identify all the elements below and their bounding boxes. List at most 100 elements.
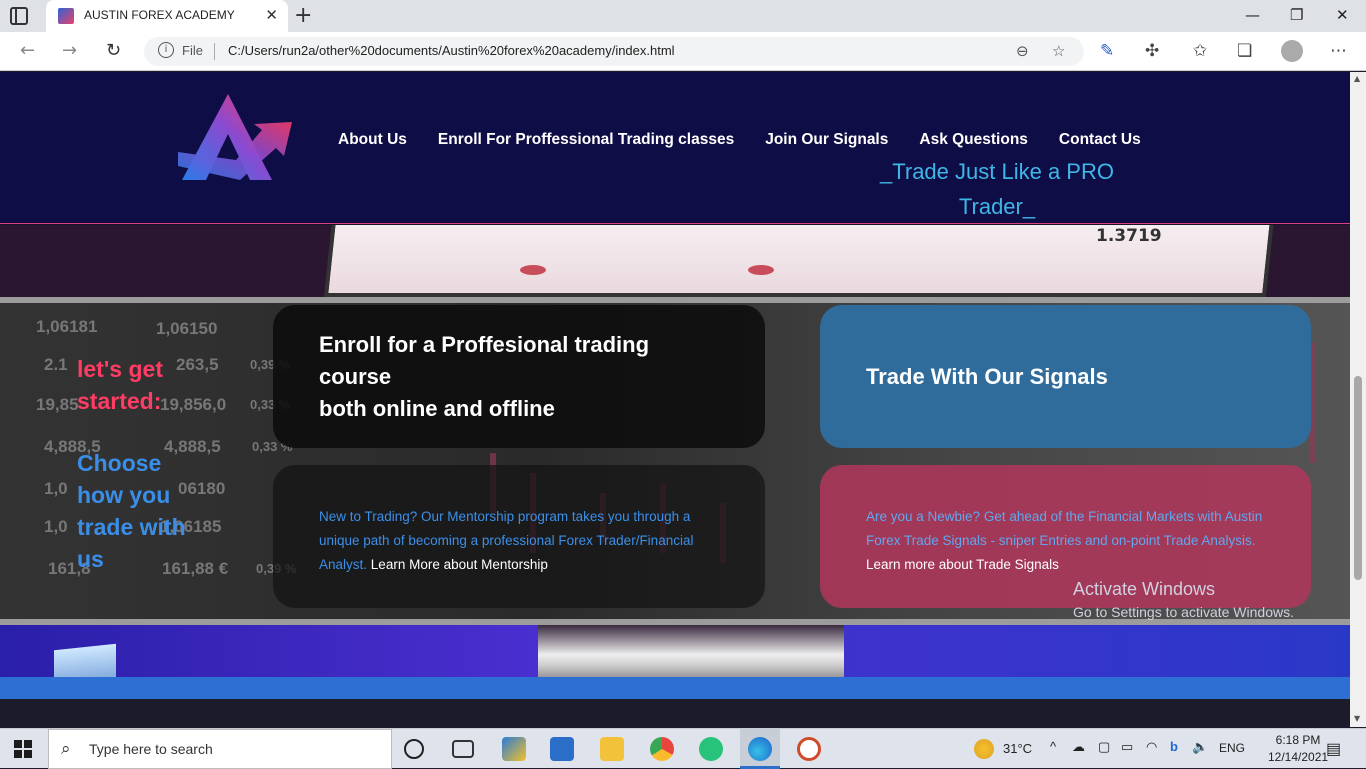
device-icon[interactable]: ▢: [1098, 739, 1110, 755]
bottom-blue-bar: [0, 677, 1350, 699]
notifications-icon[interactable]: ▤: [1326, 739, 1341, 759]
nav-enroll-classes[interactable]: Enroll For Proffessional Trading classes: [438, 131, 734, 149]
bg-number: 19,856,0: [160, 395, 227, 414]
weather-icon[interactable]: [974, 739, 994, 759]
bluetooth-icon[interactable]: b: [1170, 739, 1178, 754]
taskbar-clock[interactable]: 6:18 PM 12/14/2021: [1268, 732, 1328, 766]
cortana-icon[interactable]: [404, 739, 424, 759]
signals-card[interactable]: Trade With Our Signals: [820, 305, 1311, 448]
hero-price-readout: 1.3719: [1096, 226, 1162, 246]
url-scheme-label: File: [182, 43, 203, 58]
tagline: _Trade Just Like a PRO Trader_: [862, 154, 1132, 224]
hero-chart-mark: [520, 265, 546, 275]
nav-contact-us[interactable]: Contact Us: [1059, 131, 1141, 149]
extensions-icon[interactable]: ✣: [1145, 41, 1159, 61]
hero-image: 1.3719: [0, 225, 1350, 297]
address-bar[interactable]: i File C:/Users/run2a/other%20documents/…: [144, 37, 1084, 66]
intro-heading: let's get started:: [77, 353, 163, 417]
new-tab-button[interactable]: +: [294, 3, 312, 28]
media-player-icon[interactable]: [797, 737, 821, 761]
wifi-icon[interactable]: ◠: [1146, 739, 1157, 755]
signals-info-body: Are you a Newbie? Get ahead of the Finan…: [866, 509, 1263, 548]
bg-number: 1,06150: [156, 319, 218, 338]
more-options-icon[interactable]: ⋯: [1330, 41, 1347, 61]
profile-avatar[interactable]: [1281, 40, 1303, 62]
forward-icon[interactable]: →: [62, 40, 77, 61]
hero-chart-mark: [748, 265, 774, 275]
browser-tab[interactable]: AUSTIN FOREX ACADEMY ✕: [46, 0, 288, 32]
show-hidden-icons-icon[interactable]: ^: [1050, 739, 1056, 754]
close-window-icon[interactable]: ✕: [1336, 6, 1349, 24]
watermark-line-2: Go to Settings to activate Windows.: [1073, 604, 1294, 620]
add-favorite-icon[interactable]: ☆: [1052, 42, 1065, 60]
language-indicator[interactable]: ENG: [1219, 741, 1245, 755]
atom-icon[interactable]: [699, 737, 723, 761]
tab-actions-icon[interactable]: [10, 7, 28, 25]
close-tab-icon[interactable]: ✕: [265, 6, 278, 24]
watermark-line-1: Activate Windows: [1073, 579, 1216, 599]
store-icon[interactable]: [502, 737, 526, 761]
tab-title: AUSTIN FOREX ACADEMY: [84, 8, 235, 22]
activate-windows-watermark: Activate Windows Go to Settings to activ…: [1073, 579, 1294, 620]
choose-heading: Choose how you trade with us: [77, 450, 186, 572]
main-nav: About Us Enroll For Proffessional Tradin…: [338, 131, 1141, 149]
collections-icon[interactable]: ❏: [1237, 41, 1252, 61]
mail-icon[interactable]: [550, 737, 574, 761]
mentorship-link[interactable]: Learn More about Mentorship: [371, 557, 548, 572]
url-text[interactable]: C:/Users/run2a/other%20documents/Austin%…: [228, 43, 675, 58]
bg-number: 19,85: [36, 395, 79, 414]
favorites-icon[interactable]: ✩: [1193, 41, 1207, 61]
enroll-title-line-3: both online and offline: [319, 396, 555, 421]
enroll-title-line-2: course: [319, 364, 392, 389]
mentorship-card: New to Trading? Our Mentorship program t…: [273, 465, 765, 608]
intro-line-1: let's get: [77, 356, 163, 382]
minimize-icon[interactable]: —: [1245, 6, 1260, 24]
bg-number: 2.1: [44, 355, 68, 374]
mentorship-text: New to Trading? Our Mentorship program t…: [319, 505, 729, 577]
windows-taskbar: ⌕ Type here to search 31°C ^ ☁ ▢ ▭ ◠ b 🔈…: [0, 728, 1366, 769]
browser-tab-bar: AUSTIN FOREX ACADEMY ✕ + — ❐ ✕: [0, 0, 1366, 32]
taskbar-search-placeholder: Type here to search: [89, 741, 213, 757]
choose-section: 1,06181 1,06150 2.1 263,5 0,39 % 19,85 1…: [0, 297, 1350, 625]
bg-number: 1,0: [44, 479, 68, 498]
site-header: About Us Enroll For Proffessional Tradin…: [0, 72, 1350, 224]
nav-about-us[interactable]: About Us: [338, 131, 407, 149]
enroll-card[interactable]: Enroll for a Proffesional trading course…: [273, 305, 765, 448]
battery-icon[interactable]: ▭: [1121, 739, 1133, 755]
academy-logo[interactable]: [176, 90, 294, 182]
signals-info-link[interactable]: Learn more about Trade Signals: [866, 557, 1059, 572]
scroll-up-icon[interactable]: ▲: [1354, 74, 1360, 83]
refresh-icon[interactable]: ↻: [106, 40, 121, 61]
back-icon[interactable]: ←: [20, 40, 35, 61]
file-explorer-icon[interactable]: [600, 737, 624, 761]
browser-toolbar: ← → ↻ i File C:/Users/run2a/other%20docu…: [0, 32, 1366, 71]
edge-icon[interactable]: [748, 737, 772, 761]
onedrive-icon[interactable]: ☁: [1072, 739, 1085, 755]
enroll-title-line-1: Enroll for a Proffesional trading: [319, 332, 650, 357]
url-separator: [214, 43, 215, 60]
clock-time: 6:18 PM: [1275, 733, 1321, 747]
page-scrollbar[interactable]: ▲ ▼: [1350, 72, 1366, 727]
scroll-down-icon[interactable]: ▼: [1354, 714, 1360, 723]
restore-icon[interactable]: ❐: [1290, 6, 1303, 24]
windows-start-icon[interactable]: [14, 740, 32, 758]
tagline-line-1: _Trade Just Like a PRO: [880, 159, 1114, 184]
signals-info-text: Are you a Newbie? Get ahead of the Finan…: [866, 505, 1276, 577]
signals-card-title: Trade With Our Signals: [866, 364, 1108, 389]
task-view-icon[interactable]: [452, 740, 474, 758]
volume-icon[interactable]: 🔈: [1192, 739, 1208, 755]
chrome-icon[interactable]: [650, 737, 674, 761]
bg-number: 1,0: [44, 517, 68, 536]
nav-ask-questions[interactable]: Ask Questions: [919, 131, 1028, 149]
zoom-icon[interactable]: ⊖: [1016, 42, 1029, 60]
clock-date: 12/14/2021: [1268, 750, 1329, 764]
bg-number: 1,06181: [36, 317, 98, 336]
bottom-banner: [0, 625, 1350, 699]
nav-join-signals[interactable]: Join Our Signals: [765, 131, 888, 149]
weather-temp[interactable]: 31°C: [1003, 741, 1032, 756]
read-aloud-icon[interactable]: ✎: [1100, 41, 1114, 61]
scrollbar-thumb[interactable]: [1354, 376, 1362, 580]
taskbar-search[interactable]: ⌕ Type here to search: [48, 729, 392, 769]
site-info-icon[interactable]: i: [158, 42, 174, 58]
enroll-card-title: Enroll for a Proffesional trading course…: [319, 329, 649, 425]
